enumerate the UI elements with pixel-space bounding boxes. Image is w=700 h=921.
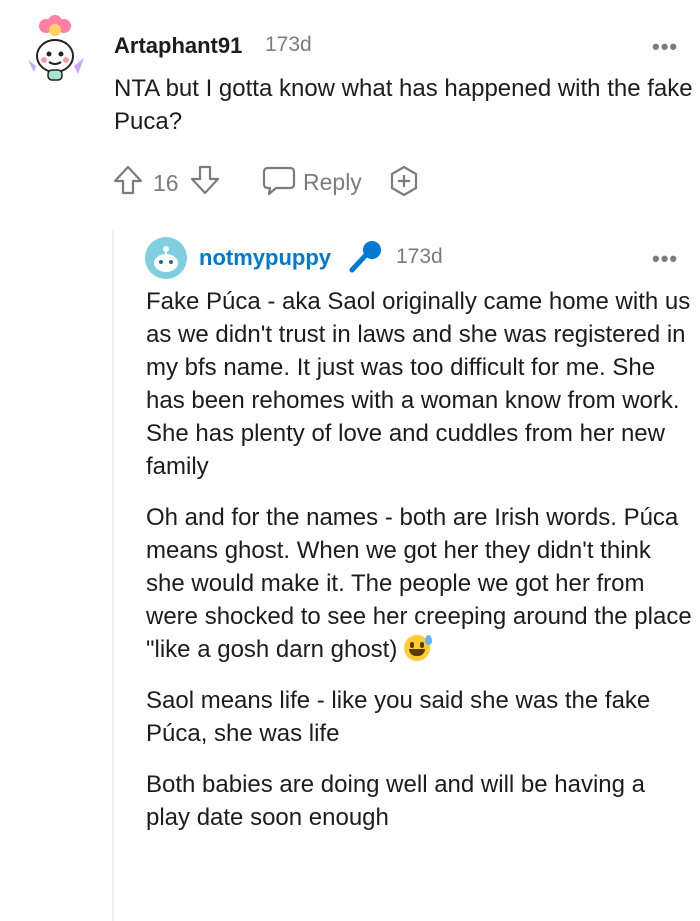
reply-paragraph: Saol means life - like you said she was …: [146, 687, 651, 747]
reply-more-options-button[interactable]: •••: [652, 246, 678, 272]
reply-paragraph: Oh and for the names - both are Irish wo…: [146, 501, 694, 666]
comment-text: NTA but I gotta know what has happened w…: [114, 75, 693, 135]
upvote-arrow-icon: [113, 165, 143, 195]
snoo-default-avatar-icon: [145, 237, 187, 279]
comment-more-options-button[interactable]: •••: [652, 34, 678, 60]
reply-paragraph: Fake Púca - aka Saol originally came hom…: [146, 288, 691, 480]
commenter-avatar[interactable]: [22, 12, 92, 82]
downvote-button[interactable]: [189, 164, 221, 196]
add-award-icon: [390, 165, 418, 197]
thread-collapse-line[interactable]: [112, 230, 114, 921]
microphone-icon: [349, 241, 381, 273]
reply-text: Fake Púca - aka Saol originally came hom…: [146, 285, 694, 852]
downvote-arrow-icon: [190, 165, 220, 195]
upvote-button[interactable]: [112, 164, 144, 196]
reply-paragraph: Both babies are doing well and will be h…: [146, 771, 645, 831]
reply-button[interactable]: Reply: [262, 163, 372, 197]
comment-username[interactable]: Artaphant91: [114, 33, 242, 59]
sweat-smile-emoji-icon: [404, 635, 433, 661]
speech-bubble-icon: [262, 166, 296, 196]
reply-avatar[interactable]: [145, 237, 187, 279]
microphone-badge: [346, 238, 384, 276]
reply-label: Reply: [303, 169, 362, 195]
comment-timestamp: 173d: [265, 33, 312, 56]
add-award-button[interactable]: [388, 165, 420, 197]
reply-timestamp: 173d: [396, 245, 443, 268]
snoo-avatar-icon: [28, 15, 84, 81]
reply-username[interactable]: notmypuppy: [199, 245, 331, 271]
vote-score: 16: [153, 170, 179, 196]
